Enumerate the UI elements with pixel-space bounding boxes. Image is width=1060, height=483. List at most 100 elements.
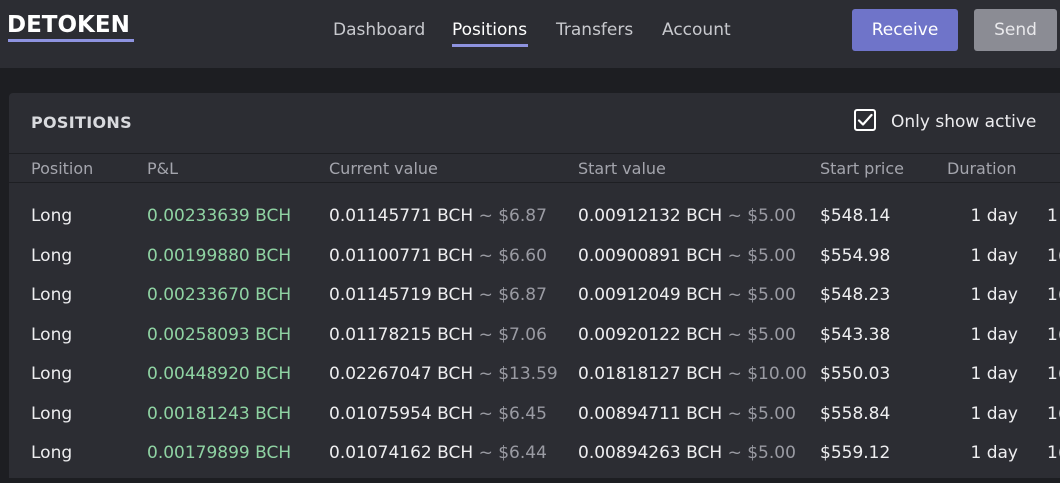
start-value-bch: 0.00894263 BCH	[578, 443, 723, 463]
start-value: 0.00894711 BCH ~ $5.00	[578, 404, 796, 424]
table-row[interactable]: Long 0.00199880 BCH 0.01100771 BCH ~ $6.60…	[9, 246, 1060, 286]
only-active-label[interactable]: Only show active	[891, 112, 1036, 132]
table-row[interactable]: Long 0.00181243 BCH 0.01075954 BCH ~ $6.45…	[9, 404, 1060, 444]
active-nav-indicator	[452, 44, 528, 47]
send-button[interactable]: Send	[974, 9, 1057, 51]
current-value-bch: 0.01145771 BCH	[329, 206, 474, 226]
position-type: Long	[31, 325, 73, 345]
positions-panel: POSITIONS Only show active Position P&L …	[9, 93, 1060, 478]
truncated-cell: 1(	[1047, 443, 1060, 463]
column-header-pl[interactable]: P&L	[147, 159, 178, 178]
table-row[interactable]: Long 0.00233670 BCH 0.01145719 BCH ~ $6.87…	[9, 285, 1060, 325]
nav-positions[interactable]: Positions	[452, 20, 527, 40]
truncated-cell: 1(	[1047, 325, 1060, 345]
start-price: $554.98	[820, 246, 891, 266]
current-value-bch: 0.01145719 BCH	[329, 285, 474, 305]
current-value-bch: 0.02267047 BCH	[329, 364, 474, 384]
truncated-cell: 1(	[1047, 404, 1060, 424]
current-value-usd: ~ $6.45	[478, 404, 547, 424]
current-value: 0.01074162 BCH ~ $6.44	[329, 443, 547, 463]
pl-value: 0.00199880 BCH	[147, 246, 292, 266]
receive-button[interactable]: Receive	[852, 9, 958, 51]
logo-underline	[8, 39, 134, 42]
position-type: Long	[31, 364, 73, 384]
start-value: 0.00900891 BCH ~ $5.00	[578, 246, 796, 266]
start-price: $548.23	[820, 285, 891, 305]
duration: 1 day	[970, 206, 1019, 226]
current-value: 0.01100771 BCH ~ $6.60	[329, 246, 547, 266]
position-type: Long	[31, 404, 73, 424]
start-value-bch: 0.00912132 BCH	[578, 206, 723, 226]
start-value: 0.01818127 BCH ~ $10.00	[578, 364, 807, 384]
column-header-start-value[interactable]: Start value	[578, 159, 666, 178]
start-price: $543.38	[820, 325, 891, 345]
nav-dashboard[interactable]: Dashboard	[333, 20, 425, 40]
start-value-usd: ~ $5.00	[727, 404, 796, 424]
top-bar: DETOKEN Dashboard Positions Transfers Ac…	[0, 0, 1060, 68]
panel-title: POSITIONS	[31, 113, 132, 132]
start-value-usd: ~ $5.00	[727, 443, 796, 463]
column-header-duration[interactable]: Duration	[947, 159, 1017, 178]
duration: 1 day	[970, 325, 1019, 345]
nav-transfers[interactable]: Transfers	[556, 20, 633, 40]
truncated-cell: 1	[1047, 206, 1058, 226]
truncated-cell: 1(	[1047, 364, 1060, 384]
start-value-bch: 0.00894711 BCH	[578, 404, 723, 424]
start-value: 0.00920122 BCH ~ $5.00	[578, 325, 796, 345]
start-value-bch: 0.00912049 BCH	[578, 285, 723, 305]
divider	[9, 182, 1060, 183]
start-price: $548.14	[820, 206, 891, 226]
divider	[9, 153, 1060, 154]
start-value: 0.00912132 BCH ~ $5.00	[578, 206, 796, 226]
start-price: $559.12	[820, 443, 891, 463]
current-value: 0.01178215 BCH ~ $7.06	[329, 325, 547, 345]
start-value: 0.00912049 BCH ~ $5.00	[578, 285, 796, 305]
duration: 1 day	[970, 246, 1019, 266]
current-value-usd: ~ $13.59	[478, 364, 558, 384]
start-price: $550.03	[820, 364, 891, 384]
table-row[interactable]: Long 0.00179899 BCH 0.01074162 BCH ~ $6.44…	[9, 443, 1060, 483]
start-value-usd: ~ $10.00	[727, 364, 807, 384]
nav-account[interactable]: Account	[662, 20, 731, 40]
start-value-usd: ~ $5.00	[727, 285, 796, 305]
logo[interactable]: DETOKEN	[7, 12, 130, 38]
start-price: $558.84	[820, 404, 891, 424]
pl-value: 0.00258093 BCH	[147, 325, 292, 345]
pl-value: 0.00448920 BCH	[147, 364, 292, 384]
pl-value: 0.00233639 BCH	[147, 206, 292, 226]
truncated-cell: 1(	[1047, 285, 1060, 305]
column-header-position[interactable]: Position	[31, 159, 93, 178]
start-value-bch: 0.00920122 BCH	[578, 325, 723, 345]
position-type: Long	[31, 246, 73, 266]
current-value: 0.02267047 BCH ~ $13.59	[329, 364, 558, 384]
current-value-bch: 0.01178215 BCH	[329, 325, 474, 345]
start-value-bch: 0.01818127 BCH	[578, 364, 723, 384]
table-row[interactable]: Long 0.00258093 BCH 0.01178215 BCH ~ $7.06…	[9, 325, 1060, 365]
start-value-usd: ~ $5.00	[727, 246, 796, 266]
position-type: Long	[31, 206, 73, 226]
table-row[interactable]: Long 0.00233639 BCH 0.01145771 BCH ~ $6.87…	[9, 206, 1060, 246]
checkmark-icon	[857, 113, 873, 126]
duration: 1 day	[970, 443, 1019, 463]
current-value: 0.01075954 BCH ~ $6.45	[329, 404, 547, 424]
truncated-cell: 1(	[1047, 246, 1060, 266]
current-value-usd: ~ $6.44	[478, 443, 547, 463]
start-value-bch: 0.00900891 BCH	[578, 246, 723, 266]
only-active-checkbox[interactable]	[854, 109, 876, 131]
current-value-bch: 0.01074162 BCH	[329, 443, 474, 463]
current-value-bch: 0.01075954 BCH	[329, 404, 474, 424]
column-header-current-value[interactable]: Current value	[329, 159, 438, 178]
pl-value: 0.00181243 BCH	[147, 404, 292, 424]
position-type: Long	[31, 285, 73, 305]
position-type: Long	[31, 443, 73, 463]
pl-value: 0.00179899 BCH	[147, 443, 292, 463]
column-header-start-price[interactable]: Start price	[820, 159, 904, 178]
current-value: 0.01145771 BCH ~ $6.87	[329, 206, 547, 226]
duration: 1 day	[970, 285, 1019, 305]
duration: 1 day	[970, 364, 1019, 384]
current-value: 0.01145719 BCH ~ $6.87	[329, 285, 547, 305]
current-value-usd: ~ $7.06	[478, 325, 547, 345]
start-value: 0.00894263 BCH ~ $5.00	[578, 443, 796, 463]
table-row[interactable]: Long 0.00448920 BCH 0.02267047 BCH ~ $13.5…	[9, 364, 1060, 404]
current-value-usd: ~ $6.87	[478, 206, 547, 226]
